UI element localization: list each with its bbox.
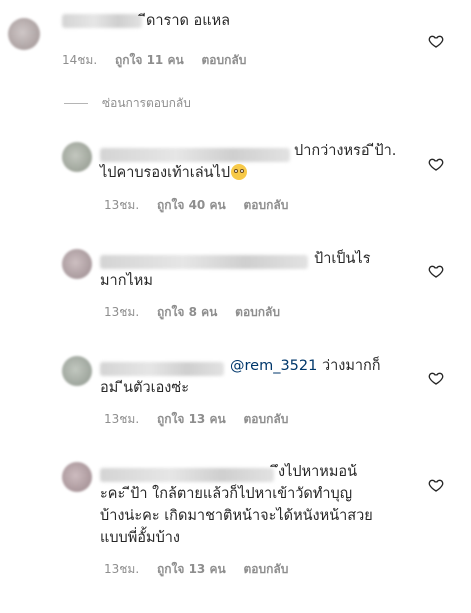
comment-text: ึงไปหาหมอน้ ะคะ ีป้า ใกล้ตายแล้วก็ไปหาเข… [100, 461, 430, 549]
comment-line: ะคะ ีป้า ใกล้ตายแล้วก็ไปหาเข้าวัดทำบุญ [100, 486, 353, 502]
reply-button[interactable]: ตอบกลับ [244, 412, 289, 426]
heart-icon[interactable] [428, 156, 444, 172]
comment-line: @rem_3521 ว่างมากก็ [230, 358, 381, 374]
avatar[interactable] [62, 142, 92, 172]
likes-count[interactable]: ถูกใจ 11 คน [115, 53, 184, 67]
comment-meta: 13ชม. ถูกใจ 8 คน ตอบกลับ [104, 303, 294, 322]
comment-time[interactable]: 13ชม. [104, 305, 139, 319]
avatar[interactable] [62, 462, 92, 492]
likes-count[interactable]: ถูกใจ 8 คน [157, 305, 217, 319]
comment-meta: 13ชม. ถูกใจ 13 คน ตอบกลับ [104, 410, 302, 429]
comment-time[interactable]: 13ชม. [104, 198, 139, 212]
comment-meta: 13ชม. ถูกใจ 40 คน ตอบกลับ [104, 196, 302, 215]
comment-line: ไปคาบรองเท้าเล่นไป [100, 162, 430, 184]
heart-icon[interactable] [428, 477, 444, 493]
hide-replies-divider [64, 103, 88, 104]
reply-button[interactable]: ตอบกลับ [235, 305, 280, 319]
comment-line: ีดาราด อแหล [146, 13, 231, 29]
reply-button[interactable]: ตอบกลับ [244, 198, 289, 212]
comment-text: ป้าเป็นไร มากไหม [100, 248, 430, 292]
username-blurred[interactable] [62, 14, 142, 28]
comment-time[interactable]: 13ชม. [104, 562, 139, 576]
hide-replies-label: ซ่อนการตอบกลับ [102, 96, 191, 110]
comment-meta: 13ชม. ถูกใจ 13 คน ตอบกลับ [104, 560, 302, 579]
comment-text: @rem_3521 ว่างมากก็ อม ีนตัวเองซ่ะ [100, 355, 430, 399]
comment-line: มากไหม [100, 273, 153, 289]
heart-icon[interactable] [428, 263, 444, 279]
avatar[interactable] [8, 18, 40, 50]
comment-line: ปากว่างหรอ ีป้า. [294, 143, 397, 159]
comment-line: อม ีนตัวเองซ่ะ [100, 380, 189, 396]
comment-time[interactable]: 14ชม. [62, 53, 97, 67]
reply-button[interactable]: ตอบกลับ [202, 53, 247, 67]
heart-icon[interactable] [428, 33, 444, 49]
likes-count[interactable]: ถูกใจ 13 คน [157, 562, 226, 576]
comment-line: ป้าเป็นไร [314, 251, 371, 267]
comment-text: ีดาราด อแหล [146, 10, 230, 32]
avatar[interactable] [62, 356, 92, 386]
comment-time[interactable]: 13ชม. [104, 412, 139, 426]
avatar[interactable] [62, 249, 92, 279]
reply-button[interactable]: ตอบกลับ [244, 562, 289, 576]
comment-meta: 14ชม. ถูกใจ 11 คน ตอบกลับ [62, 51, 260, 70]
hide-replies-button[interactable]: ซ่อนการตอบกลับ [64, 94, 191, 113]
comment-line: บ้างน่ะคะ เกิดมาชาติหน้าจะได้หนังหน้าสวย [100, 508, 373, 524]
rolling-eyes-emoji-icon [231, 164, 248, 180]
comment-text: ปากว่างหรอ ีป้า. ไปคาบรองเท้าเล่นไป [100, 140, 430, 184]
comment-line: ึงไปหาหมอน้ [278, 464, 358, 480]
comment-line: แบบพี่อั้มบ้าง [100, 530, 181, 546]
likes-count[interactable]: ถูกใจ 13 คน [157, 412, 226, 426]
mention-link[interactable]: @rem_3521 [230, 358, 317, 374]
likes-count[interactable]: ถูกใจ 40 คน [157, 198, 226, 212]
heart-icon[interactable] [428, 370, 444, 386]
